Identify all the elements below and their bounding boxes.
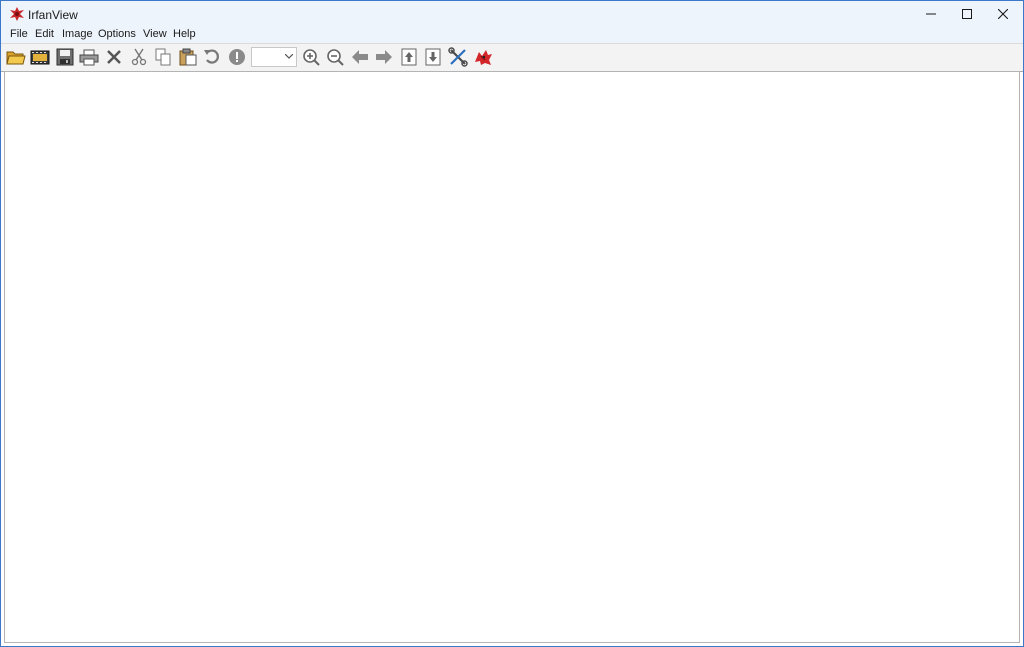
save-icon <box>56 48 74 66</box>
arrow-right-icon <box>376 50 392 64</box>
previous-button[interactable] <box>349 46 371 68</box>
zoom-in-button[interactable] <box>300 46 322 68</box>
info-button[interactable] <box>226 46 248 68</box>
open-folder-icon <box>6 51 26 65</box>
minimize-button[interactable] <box>913 1 949 27</box>
arrow-left-icon <box>352 50 368 64</box>
undo-button[interactable] <box>201 46 223 68</box>
info-icon <box>229 49 245 65</box>
tools-icon <box>448 47 468 67</box>
maximize-icon <box>962 9 972 19</box>
printer-icon <box>79 49 99 66</box>
menu-options[interactable]: Options <box>98 28 136 40</box>
slideshow-button[interactable] <box>29 46 51 68</box>
print-button[interactable] <box>78 46 100 68</box>
close-button[interactable] <box>985 1 1021 27</box>
delete-x-icon <box>107 50 121 64</box>
image-view-area[interactable] <box>4 71 1020 643</box>
toolbar <box>1 43 1023 72</box>
next-button[interactable] <box>373 46 395 68</box>
irfanview-app-icon[interactable] <box>9 6 25 22</box>
maximize-button[interactable] <box>949 1 985 27</box>
zoom-in-icon <box>303 49 320 66</box>
menu-image[interactable]: Image <box>62 28 93 40</box>
next-page-button[interactable] <box>422 46 444 68</box>
cut-button[interactable] <box>128 46 150 68</box>
zoom-combobox[interactable] <box>251 47 297 67</box>
settings-button[interactable] <box>447 46 469 68</box>
menu-bar: File Edit Image Options View Help <box>1 27 1023 43</box>
slideshow-icon <box>30 50 50 65</box>
minimize-icon <box>926 13 936 15</box>
paste-clipboard-icon <box>179 48 197 66</box>
copy-icon <box>155 48 171 66</box>
window-title: IrfanView <box>28 8 78 22</box>
save-button[interactable] <box>54 46 76 68</box>
page-down-icon <box>425 48 441 66</box>
delete-button[interactable] <box>103 46 125 68</box>
menu-view[interactable]: View <box>143 28 167 40</box>
menu-help[interactable]: Help <box>173 28 196 40</box>
menu-edit[interactable]: Edit <box>35 28 54 40</box>
scissors-icon <box>131 48 147 66</box>
paste-button[interactable] <box>177 46 199 68</box>
undo-icon <box>204 49 219 64</box>
about-button[interactable] <box>472 46 494 68</box>
copy-button[interactable] <box>152 46 174 68</box>
zoom-out-icon <box>327 49 344 66</box>
menu-file[interactable]: File <box>10 28 28 40</box>
title-bar[interactable]: IrfanView <box>1 1 1023 27</box>
zoom-out-button[interactable] <box>324 46 346 68</box>
previous-page-button[interactable] <box>398 46 420 68</box>
chevron-down-icon <box>285 54 293 59</box>
irfanview-cat-icon <box>475 50 492 65</box>
close-icon <box>998 9 1008 19</box>
page-up-icon <box>401 48 417 66</box>
irfanview-window: IrfanView File Edit Image Options View H… <box>0 0 1024 647</box>
open-button[interactable] <box>5 46 27 68</box>
